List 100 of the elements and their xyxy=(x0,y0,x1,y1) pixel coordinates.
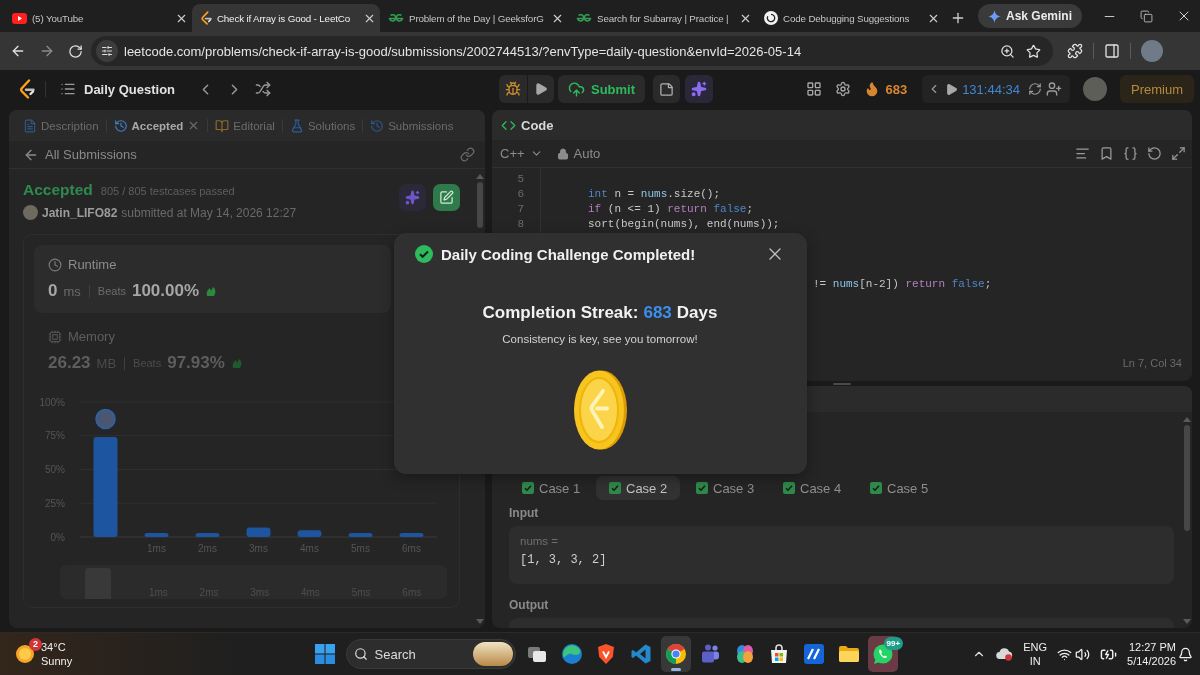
avatar-icon[interactable] xyxy=(1141,40,1163,62)
browser-tab[interactable]: (5) YouTube xyxy=(4,4,192,32)
document-icon xyxy=(23,118,37,133)
site-logo-icon xyxy=(388,13,404,23)
expand-icon[interactable] xyxy=(1171,146,1186,161)
side-panel-icon[interactable] xyxy=(1104,43,1120,59)
back-icon[interactable] xyxy=(10,43,26,59)
case-tab[interactable]: Case 2 xyxy=(596,476,680,500)
submit-button[interactable]: Submit xyxy=(557,75,646,103)
bug-icon xyxy=(504,81,521,97)
user-name-link[interactable]: Jatin_LIFO82 xyxy=(42,205,118,220)
panel-tab[interactable]: Accepted xyxy=(113,118,201,133)
site-logo-icon xyxy=(200,11,212,25)
avatar-icon xyxy=(95,408,116,430)
sparkle-icon xyxy=(987,9,1001,23)
case-tab[interactable]: Case 4 xyxy=(770,476,854,500)
debug-button[interactable] xyxy=(498,75,527,103)
timer-text: 131:44:34 xyxy=(962,81,1020,97)
undo-icon[interactable] xyxy=(1147,146,1162,161)
scrollbar-thumb[interactable] xyxy=(477,182,483,228)
premium-button[interactable]: Premium xyxy=(1120,75,1194,103)
chart-bar xyxy=(144,532,169,537)
browser-tab[interactable]: Search for Subarray | Practice | xyxy=(568,4,756,32)
search-bar[interactable]: Search xyxy=(345,639,516,669)
stat-card[interactable]: Runtime 0 ms Beats 100.00% xyxy=(34,245,391,313)
code-line: int n = nums.size(); xyxy=(588,187,721,202)
format-icon[interactable] xyxy=(1075,146,1090,161)
coin-icon xyxy=(573,370,627,450)
note-icon xyxy=(659,81,675,97)
wifi-icon[interactable] xyxy=(1057,646,1073,662)
stat-label[interactable]: Runtime xyxy=(48,257,117,272)
address-bar[interactable]: leetcode.com/problems/check-if-array-is-good/submissions/2002744513/?envType=daily-question&envId=2026-05-14 xyxy=(91,36,1053,66)
check-circle-icon xyxy=(415,245,433,263)
scrollbar-thumb[interactable] xyxy=(1184,425,1190,531)
zoom-icon[interactable] xyxy=(1000,43,1015,59)
case-tab[interactable]: Case 1 xyxy=(509,476,593,500)
site-info-button[interactable] xyxy=(96,40,118,62)
browser-tab[interactable]: Problem of the Day | GeeksforG xyxy=(380,4,568,32)
chart-bar xyxy=(348,532,373,537)
input-language-button[interactable]: ENG IN xyxy=(1023,640,1048,668)
note-button[interactable] xyxy=(653,75,681,103)
site-logo-icon xyxy=(764,11,778,25)
braces-icon[interactable] xyxy=(1123,146,1138,161)
lock-icon xyxy=(556,147,569,160)
param-name: nums = xyxy=(520,535,559,547)
history-icon xyxy=(370,118,385,133)
auto-mode-button[interactable]: Auto xyxy=(556,146,601,161)
streak-button[interactable]: 683 xyxy=(864,81,908,97)
play-icon[interactable] xyxy=(945,82,959,96)
ribbon-icon xyxy=(629,643,652,665)
back-link[interactable]: All Submissions xyxy=(23,146,137,163)
search-icon xyxy=(353,647,368,661)
sparkle-button[interactable] xyxy=(685,75,714,103)
edit-button[interactable] xyxy=(433,184,460,211)
plus-icon[interactable] xyxy=(950,10,966,26)
volume-icon[interactable] xyxy=(1075,646,1091,662)
sliders-icon xyxy=(101,45,113,57)
field-label: Output xyxy=(509,598,549,612)
field-label: Input xyxy=(509,506,539,520)
case-tab[interactable]: Case 3 xyxy=(683,476,767,500)
clock-button[interactable]: 12:27 PM 5/14/2026 xyxy=(1127,640,1176,668)
bell-icon[interactable] xyxy=(1178,646,1193,662)
stat-unit: ms xyxy=(63,283,81,299)
restore-icon[interactable] xyxy=(1140,9,1153,23)
avatar-icon[interactable] xyxy=(1083,77,1107,101)
ask-gemini-button[interactable]: Ask Gemini xyxy=(977,4,1082,28)
cloud-icon[interactable] xyxy=(996,647,1014,661)
case-tab[interactable]: Case 5 xyxy=(857,476,941,500)
reload-icon[interactable] xyxy=(68,43,83,59)
line-number: 7 xyxy=(516,202,525,217)
search-field[interactable]: Search xyxy=(374,646,466,662)
settings-icon[interactable] xyxy=(835,81,852,97)
sparkle-button[interactable] xyxy=(399,184,426,211)
param-value: [1, 3, 3, 2] xyxy=(520,553,607,567)
bookmark-icon[interactable] xyxy=(1099,146,1114,161)
browser-tab[interactable]: Check if Array is Good - LeetCo xyxy=(192,4,380,32)
avatar-icon xyxy=(23,205,38,220)
shuffle-icon[interactable] xyxy=(255,81,272,97)
sparkles-icon xyxy=(405,190,420,205)
language-select[interactable]: C++ xyxy=(500,146,543,161)
puzzle-icon[interactable] xyxy=(1067,43,1083,59)
search-highlight-image[interactable] xyxy=(472,642,513,666)
browser-tab[interactable]: Code Debugging Suggestions xyxy=(756,4,944,32)
site-logo-icon xyxy=(18,79,35,99)
run-button[interactable] xyxy=(527,75,554,103)
link-icon[interactable] xyxy=(460,147,475,162)
site-logo-icon xyxy=(12,12,27,24)
url-text: leetcode.com/problems/check-if-array-is-good/submissions/2002744513/?envType=daily-question&envId=2026-05-14 xyxy=(124,43,803,59)
weather-widget[interactable]: 34°C Sunny xyxy=(41,640,73,668)
line-number: 5 xyxy=(516,172,525,187)
problem-list-button[interactable]: Daily Question xyxy=(60,81,176,97)
add-user-icon[interactable] xyxy=(1046,81,1062,97)
sun-icon[interactable] xyxy=(15,644,35,664)
folder-icon xyxy=(837,643,860,665)
forward-icon[interactable] xyxy=(39,43,55,59)
refresh-icon[interactable] xyxy=(1028,82,1042,96)
edit-icon xyxy=(439,190,454,205)
bookmark-star-icon[interactable] xyxy=(1026,43,1041,59)
taskbar-app[interactable] xyxy=(660,636,691,672)
grid-icon[interactable] xyxy=(806,81,823,97)
